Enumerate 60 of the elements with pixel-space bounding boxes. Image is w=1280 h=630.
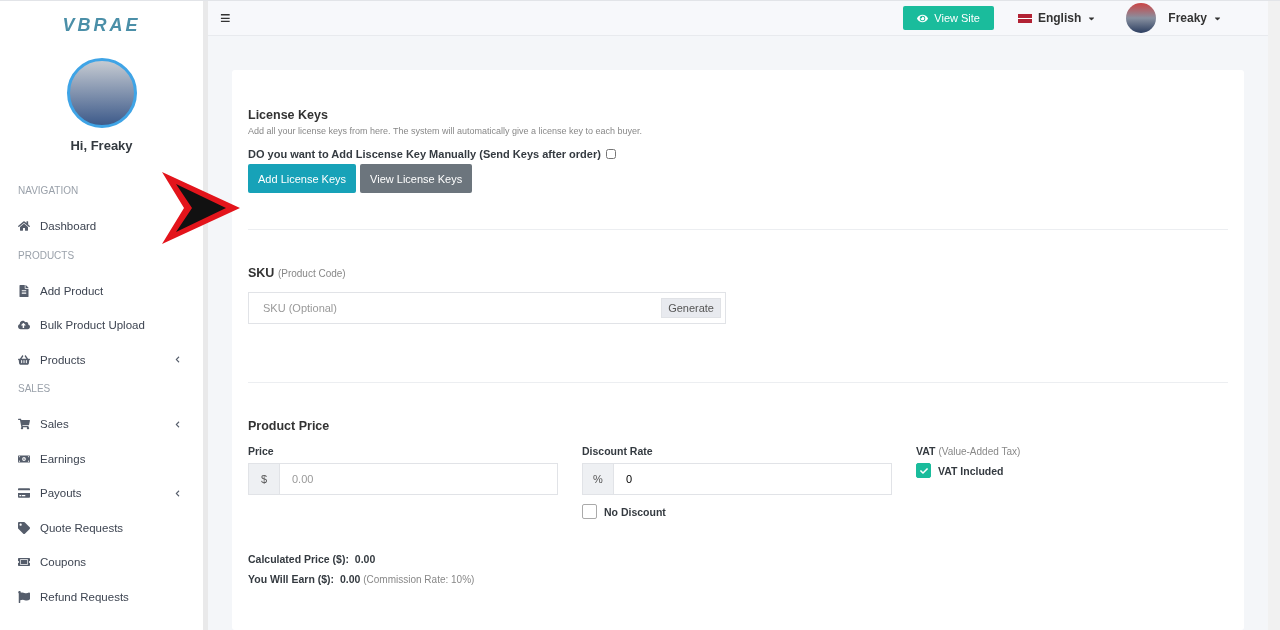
summary-value: 0.00 xyxy=(354,553,376,565)
view-license-keys-button[interactable]: View License Keys xyxy=(360,164,473,193)
cloud-upload-icon xyxy=(18,319,30,332)
ticket-icon xyxy=(18,556,30,569)
commission-note: (Commission Rate: 10%) xyxy=(363,574,475,585)
nav-item[interactable]: Coupons xyxy=(0,545,109,580)
cart-icon xyxy=(18,418,30,431)
section-hint: (Product Code) xyxy=(277,268,346,279)
language-dropdown[interactable]: English xyxy=(1011,10,1103,26)
field-label: VAT xyxy=(916,445,936,457)
nav-item[interactable]: Refund Requests xyxy=(0,579,151,614)
percent-addon: % xyxy=(582,463,614,495)
nav-item[interactable]: Dashboard xyxy=(0,209,119,244)
section-title: SKU xyxy=(248,266,275,280)
file-icon xyxy=(18,284,30,297)
field-label: Discount Rate xyxy=(582,445,654,457)
checkbox[interactable] xyxy=(605,149,616,159)
tag-icon xyxy=(18,521,30,534)
currency-addon: $ xyxy=(248,463,280,495)
nav-item[interactable]: Bulk Product Upload xyxy=(0,308,167,343)
nav-item[interactable]: Add Product xyxy=(0,273,126,308)
field-label: Price xyxy=(248,445,275,457)
section-title: Product Price xyxy=(248,419,331,433)
user-dropdown[interactable]: Freaky xyxy=(1120,2,1228,34)
nav-item[interactable]: Earnings xyxy=(0,441,108,476)
summary-value: 0.00 xyxy=(339,573,361,585)
nav-heading: SALES xyxy=(17,382,52,396)
checkbox-label: No Discount xyxy=(604,505,666,518)
user-avatar xyxy=(1126,3,1157,33)
greeting: Hi, Freaky xyxy=(70,138,133,153)
nav-item[interactable]: Products xyxy=(0,342,203,377)
generate-button[interactable]: Generate xyxy=(661,298,721,318)
nav-item[interactable]: Payouts xyxy=(0,476,203,511)
checkbox[interactable] xyxy=(582,504,597,519)
nav-item[interactable]: Quote Requests xyxy=(0,510,146,545)
field-hint: (Value-Added Tax) xyxy=(938,446,1021,457)
checkbox-label: DO you want to Add Liscense Key Manually (Send Keys after order) xyxy=(248,148,601,160)
eye-icon xyxy=(917,12,929,24)
price-field[interactable]: 0.00 xyxy=(280,463,558,495)
section-title: License Keys xyxy=(248,108,329,122)
summary-label: You Will Earn ($): xyxy=(248,573,335,585)
checkbox-label: VAT Included xyxy=(938,464,1004,477)
summary-label: Calculated Price ($): xyxy=(248,553,349,565)
menu-icon[interactable]: ≡ xyxy=(220,7,886,29)
sku-field[interactable]: SKU (Optional) Generate xyxy=(248,292,726,324)
section-description: Add all your license keys from here. The system will automatically give a license key to each buyer. xyxy=(248,126,643,136)
banknote-icon xyxy=(18,452,30,465)
card-icon xyxy=(18,487,30,500)
nav-heading: NAVIGATION xyxy=(17,184,80,198)
flag-icon xyxy=(18,590,30,603)
nav-item[interactable]: Sales xyxy=(0,407,203,442)
check-icon xyxy=(919,466,928,475)
flag-icon xyxy=(1017,13,1032,23)
house-icon xyxy=(18,220,30,233)
discount-field[interactable]: 0 xyxy=(614,463,892,495)
checkbox[interactable] xyxy=(916,463,931,478)
logo: VBRAE xyxy=(62,15,141,36)
arrow-icon xyxy=(162,172,240,244)
basket-icon xyxy=(18,353,30,366)
nav-heading: PRODUCTS xyxy=(17,248,76,263)
